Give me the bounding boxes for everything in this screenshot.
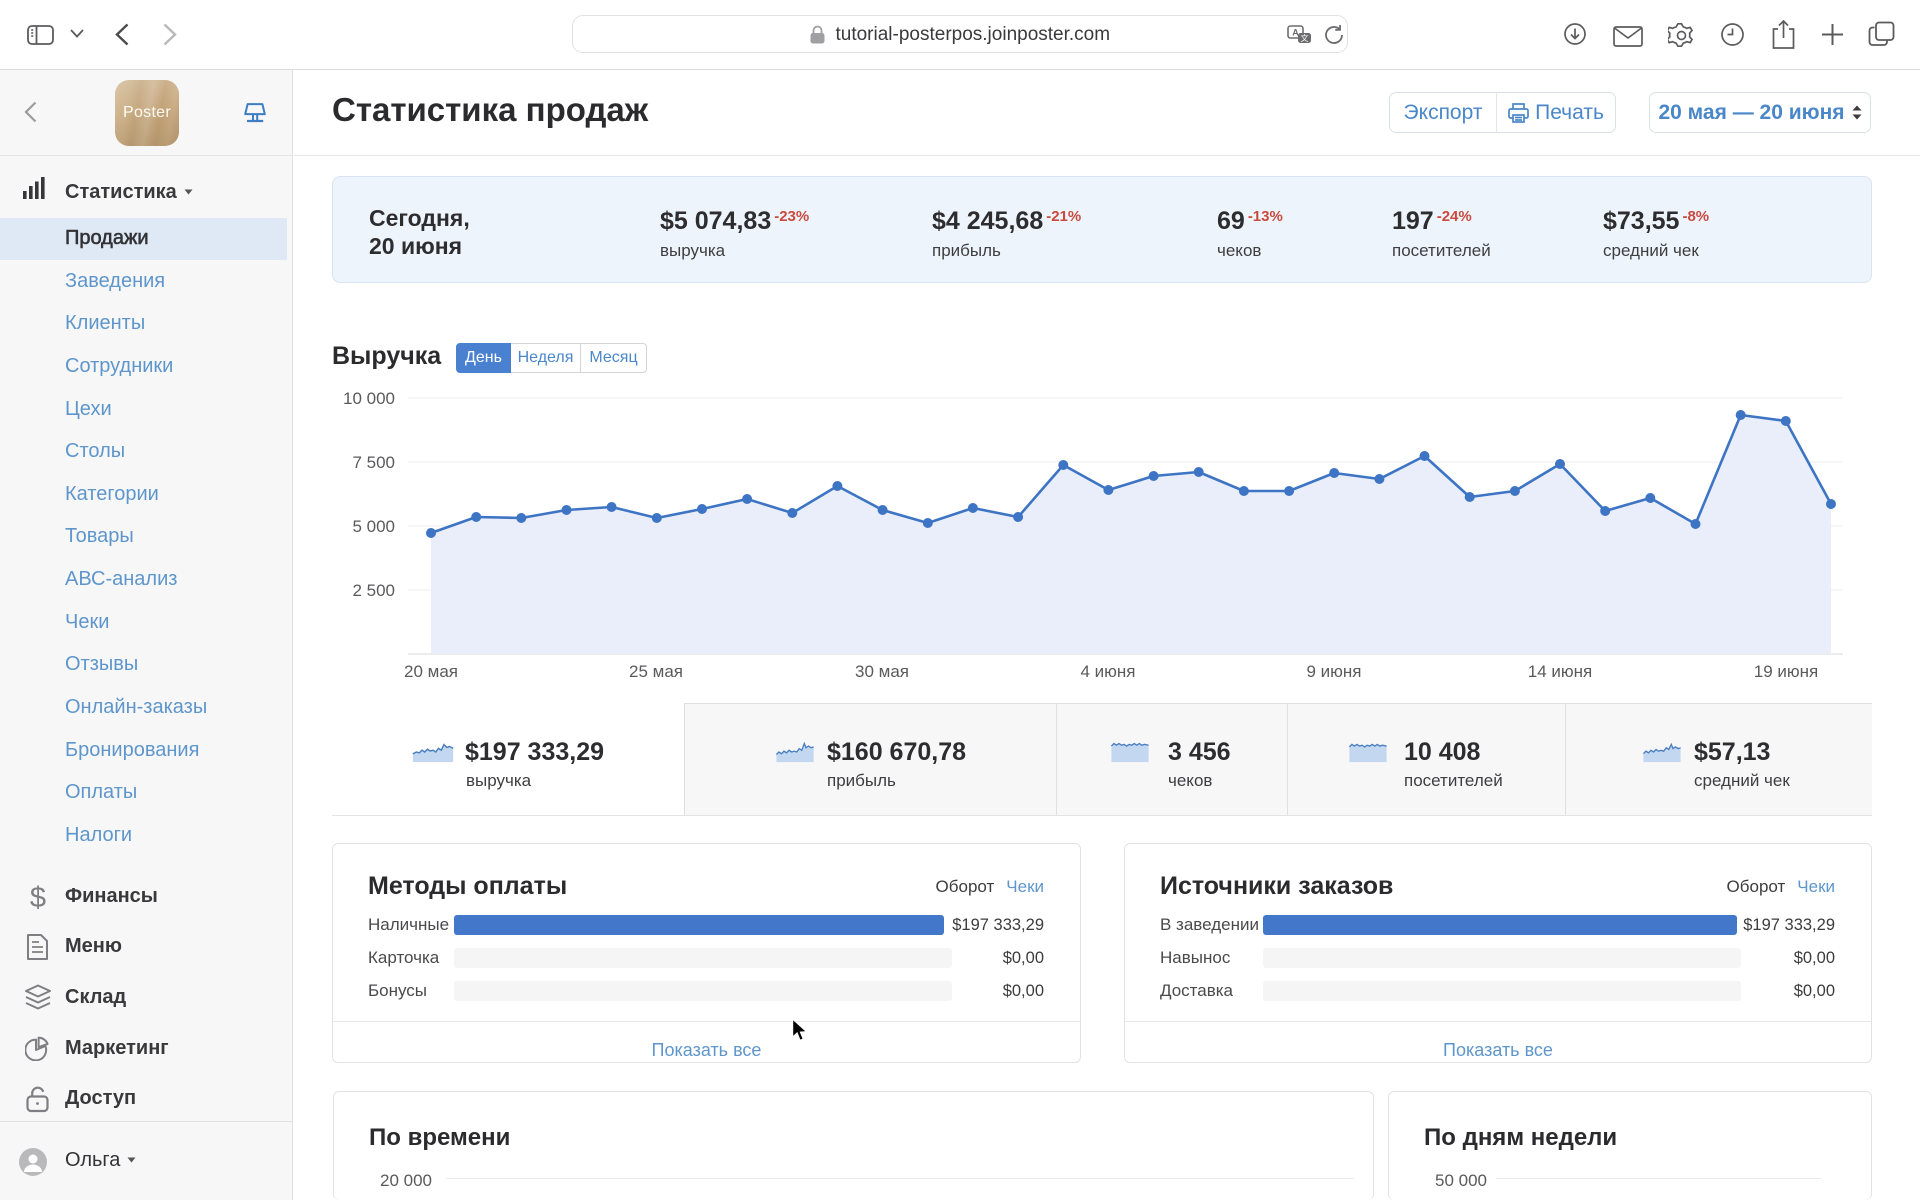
svg-text:10 000: 10 000 [343, 389, 395, 408]
svg-text:5 000: 5 000 [352, 517, 395, 536]
svg-text:14 июня: 14 июня [1528, 662, 1592, 681]
svg-text:文: 文 [1301, 33, 1309, 43]
svg-text:19 июня: 19 июня [1754, 662, 1818, 681]
svg-text:25 мая: 25 мая [629, 662, 683, 681]
svg-text:4 июня: 4 июня [1080, 662, 1135, 681]
svg-text:20 мая: 20 мая [404, 662, 458, 681]
svg-text:7 500: 7 500 [352, 453, 395, 472]
svg-text:2 500: 2 500 [352, 581, 395, 600]
svg-text:9 июня: 9 июня [1306, 662, 1361, 681]
svg-text:30 мая: 30 мая [855, 662, 909, 681]
